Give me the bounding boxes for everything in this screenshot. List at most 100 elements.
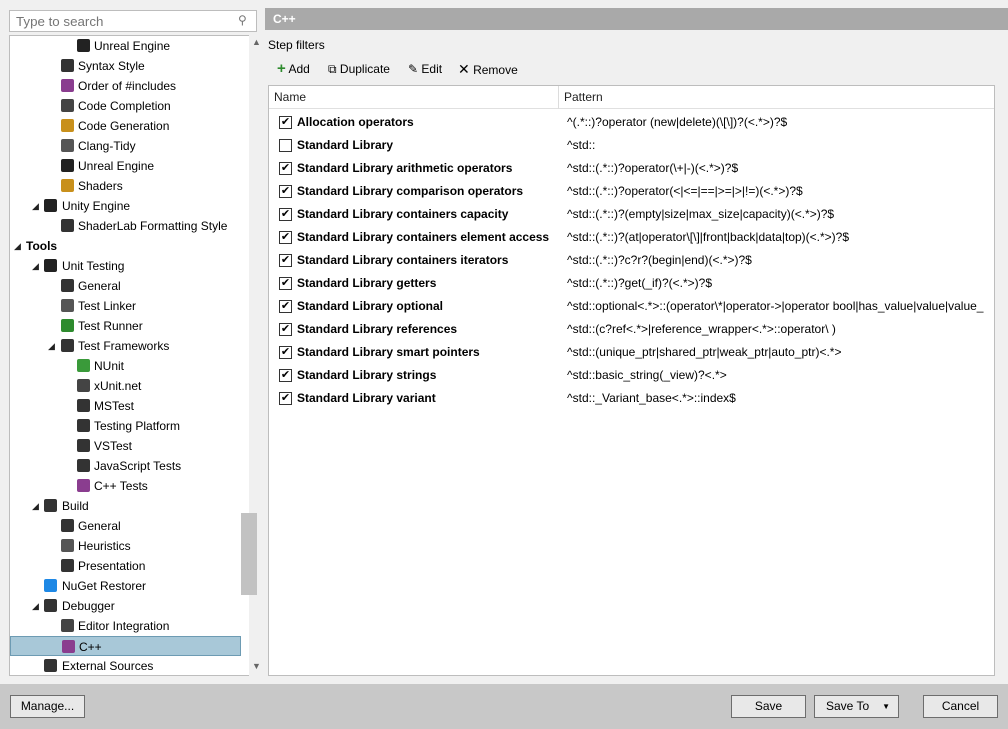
includes-order-icon [61, 79, 74, 92]
table-row[interactable]: ✔ Standard Library getters ^std::(.*::)?… [269, 272, 994, 295]
table-row[interactable]: ✔ Allocation operators ^(.*::)?operator … [269, 111, 994, 134]
table-row[interactable]: ✔ Standard Library references ^std::(c?r… [269, 318, 994, 341]
filter-pattern: ^std::(.*::)?c?r?(begin|end)(<.*>)?$ [567, 249, 994, 272]
expanded-arrow-icon[interactable]: ◢ [14, 236, 21, 256]
expanded-arrow-icon[interactable]: ◢ [32, 596, 39, 616]
table-row[interactable]: ✔ Standard Library smart pointers ^std::… [269, 341, 994, 364]
filter-name: Standard Library containers iterators [297, 249, 508, 272]
tree-item-build[interactable]: ◢Build [10, 496, 241, 516]
column-divider[interactable] [558, 86, 559, 109]
enabled-checkbox[interactable] [279, 139, 292, 152]
tree-item-general[interactable]: General [10, 276, 241, 296]
table-row[interactable]: ✔ Standard Library containers capacity ^… [269, 203, 994, 226]
column-header-pattern[interactable]: Pattern [564, 90, 603, 104]
tree-item-unity-engine[interactable]: ◢Unity Engine [10, 196, 241, 216]
table-row[interactable]: ✔ Standard Library containers iterators … [269, 249, 994, 272]
tree-item-label: MSTest [94, 396, 134, 416]
tree-item-javascript-tests[interactable]: JavaScript Tests [10, 456, 241, 476]
tree-item-c-[interactable]: C++ [10, 636, 241, 656]
tree-item-debugger[interactable]: ◢Debugger [10, 596, 241, 616]
tree-item-label: General [78, 276, 121, 296]
enabled-checkbox[interactable]: ✔ [279, 323, 292, 336]
tree-item-c-tests[interactable]: C++ Tests [10, 476, 241, 496]
tree-item-order-of-includes[interactable]: Order of #includes [10, 76, 241, 96]
enabled-checkbox[interactable]: ✔ [279, 300, 292, 313]
tree-item-test-linker[interactable]: Test Linker [10, 296, 241, 316]
enabled-checkbox[interactable]: ✔ [279, 231, 292, 244]
enabled-checkbox[interactable]: ✔ [279, 369, 292, 382]
filter-name: Standard Library containers capacity [297, 203, 508, 226]
tree-item-test-frameworks[interactable]: ◢Test Frameworks [10, 336, 241, 356]
testing-platform-icon [77, 419, 90, 432]
tree-item-shaderlab-formatting-style[interactable]: ShaderLab Formatting Style [10, 216, 241, 236]
tree-item-unit-testing[interactable]: ◢Unit Testing [10, 256, 241, 276]
column-header-name[interactable]: Name [274, 90, 306, 104]
tree-item-vstest[interactable]: VSTest [10, 436, 241, 456]
tree-item-label: Unreal Engine [78, 156, 154, 176]
tree-item-xunit-net[interactable]: xUnit.net [10, 376, 241, 396]
tree-item-code-completion[interactable]: Code Completion [10, 96, 241, 116]
filter-name: Standard Library getters [297, 272, 436, 295]
search-input[interactable] [9, 10, 257, 32]
tree-item-tools[interactable]: ◢Tools [10, 236, 241, 256]
enabled-checkbox[interactable]: ✔ [279, 254, 292, 267]
tree-item-unreal-engine[interactable]: Unreal Engine [10, 36, 241, 56]
tree-item-label: NUnit [94, 356, 124, 376]
tree-item-label: Test Runner [78, 316, 143, 336]
enabled-checkbox[interactable]: ✔ [279, 162, 292, 175]
duplicate-button[interactable]: ⧉ Duplicate [328, 61, 390, 77]
save-button[interactable]: Save [731, 695, 806, 718]
edit-button[interactable]: ✎ Edit [408, 61, 442, 77]
tree-item-mstest[interactable]: MSTest [10, 396, 241, 416]
tree-item-heuristics[interactable]: Heuristics [10, 536, 241, 556]
table-row[interactable]: ✔ Standard Library arithmetic operators … [269, 157, 994, 180]
tree-item-label: External Sources [62, 656, 153, 676]
expanded-arrow-icon[interactable]: ◢ [32, 256, 39, 276]
add-button[interactable]: + Add [277, 61, 310, 77]
expanded-arrow-icon[interactable]: ◢ [32, 196, 39, 216]
cancel-button[interactable]: Cancel [923, 695, 998, 718]
enabled-checkbox[interactable]: ✔ [279, 208, 292, 221]
tree-item-testing-platform[interactable]: Testing Platform [10, 416, 241, 436]
enabled-checkbox[interactable]: ✔ [279, 346, 292, 359]
tree-item-presentation[interactable]: Presentation [10, 556, 241, 576]
enabled-checkbox[interactable]: ✔ [279, 116, 292, 129]
tree-item-syntax-style[interactable]: Syntax Style [10, 56, 241, 76]
unit-testing-icon [44, 259, 57, 272]
tree-item-nuget-restorer[interactable]: NuGet Restorer [10, 576, 241, 596]
table-row[interactable]: ✔ Standard Library optional ^std::option… [269, 295, 994, 318]
tree-item-general[interactable]: General [10, 516, 241, 536]
save-to-button[interactable]: Save To▼ [814, 695, 899, 718]
remove-button[interactable]: ✕ Remove [458, 61, 518, 77]
unreal-cube-icon [77, 39, 90, 52]
expanded-arrow-icon[interactable]: ◢ [48, 336, 55, 356]
enabled-checkbox[interactable]: ✔ [279, 392, 292, 405]
table-row[interactable]: ✔ Standard Library comparison operators … [269, 180, 994, 203]
manage-button[interactable]: Manage... [10, 695, 85, 718]
tree-item-clang-tidy[interactable]: Clang-Tidy [10, 136, 241, 156]
link-icon [61, 299, 74, 312]
tree-item-code-generation[interactable]: Code Generation [10, 116, 241, 136]
expanded-arrow-icon[interactable]: ◢ [32, 496, 39, 516]
tree-item-unreal-engine[interactable]: Unreal Engine [10, 156, 241, 176]
tree-item-shaders[interactable]: Shaders [10, 176, 241, 196]
table-header: Name Pattern [269, 86, 994, 109]
tree-item-editor-integration[interactable]: Editor Integration [10, 616, 241, 636]
enabled-checkbox[interactable]: ✔ [279, 277, 292, 290]
table-row[interactable]: ✔ Standard Library variant ^std::_Varian… [269, 387, 994, 410]
table-row[interactable]: ✔ Standard Library strings ^std::basic_s… [269, 364, 994, 387]
code-completion-icon [61, 99, 74, 112]
build-icon [44, 499, 57, 512]
tree-item-nunit[interactable]: NUnit [10, 356, 241, 376]
scroll-up-icon[interactable]: ▲ [252, 37, 261, 47]
tree-scrollbar-thumb[interactable] [241, 513, 257, 595]
tree-item-label: Editor Integration [78, 616, 169, 636]
table-row[interactable]: Standard Library ^std:: [269, 134, 994, 157]
step-filters-table: Name Pattern ✔ Allocation operators ^(.*… [268, 85, 995, 676]
enabled-checkbox[interactable]: ✔ [279, 185, 292, 198]
scroll-down-icon[interactable]: ▼ [252, 661, 261, 671]
tree-item-test-runner[interactable]: Test Runner [10, 316, 241, 336]
tree-item-external-sources[interactable]: External Sources [10, 656, 241, 676]
table-row[interactable]: ✔ Standard Library containers element ac… [269, 226, 994, 249]
dropdown-arrow-icon: ▼ [882, 696, 890, 717]
